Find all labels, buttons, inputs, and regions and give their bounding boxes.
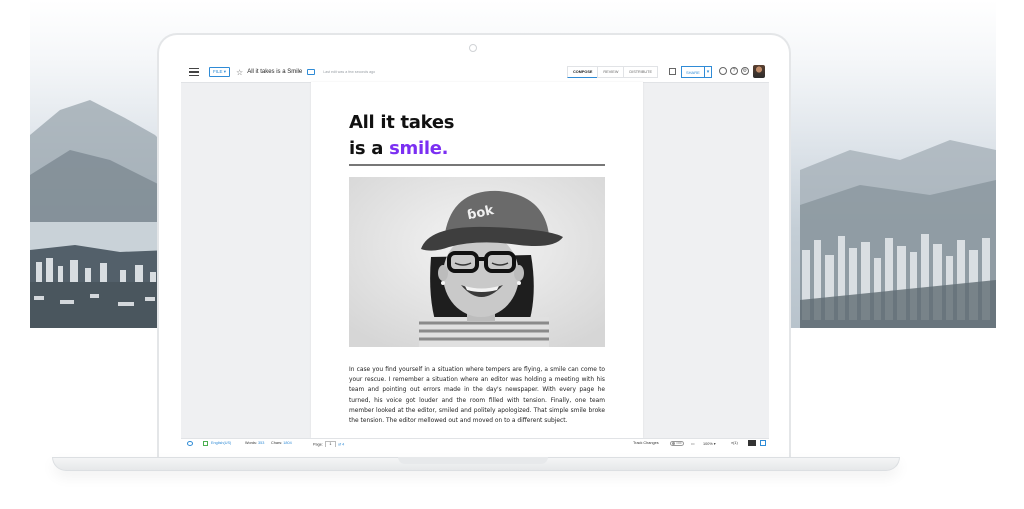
document-title[interactable]: All it takes is a Smile [247,69,302,75]
share-button[interactable]: SHARE [681,66,705,78]
track-changes-toggle[interactable]: OFF [670,440,684,446]
editor-toolbar: FILE ▾ ☆ All it takes is a Smile Last ed… [181,62,769,83]
words-label: Words: [245,441,257,445]
page-total: of 4 [337,442,345,447]
word-count: Words: 353 [245,441,264,445]
words-value: 353 [258,441,265,445]
spellcheck-icon[interactable] [203,440,208,446]
headline-accent-word: smile. [389,138,449,159]
chars-value: 1804 [283,441,292,445]
zoom-value: 100% [703,442,713,446]
search-user-icon[interactable] [719,67,727,75]
star-icon[interactable]: ☆ [236,68,243,77]
page-indicator: Page: 1 of 4 [313,441,344,447]
status-bar: English(US) Words: 353 Chars: 1804 Page:… [181,438,769,447]
comments-count: (1) [733,441,738,445]
file-menu-button[interactable]: FILE ▾ [209,67,231,77]
chat-icon[interactable] [187,440,193,446]
headline-line-1: All it takes [349,112,455,133]
print-view-icon[interactable] [748,440,756,446]
webcam-icon [469,44,477,52]
document-photo[interactable]: ɓok [349,177,605,347]
chars-label: Chars: [271,441,283,445]
gear-icon[interactable]: ⚙ [741,67,749,75]
sidebar-icon[interactable] [669,68,676,75]
avatar[interactable] [753,65,765,78]
tab-review[interactable]: REVIEW [597,66,624,78]
document-body-text[interactable]: In case you find yourself in a situation… [349,365,605,426]
editor-screen: FILE ▾ ☆ All it takes is a Smile Last ed… [181,62,769,447]
share-dropdown-chevron-icon[interactable]: ▾ [704,66,712,78]
zoom-selector[interactable]: 100% ▾ [703,441,716,446]
document-headline: All it takes is a smile. [349,110,454,162]
last-edit-status: Last edit was a few seconds ago [323,70,376,74]
laptop-lid: FILE ▾ ☆ All it takes is a Smile Last ed… [157,33,791,457]
headline-line-2: is a smile. [349,136,454,162]
folder-icon[interactable] [307,69,316,75]
track-changes-label: Track Changes [633,441,659,445]
mode-tabs: COMPOSE REVIEW DISTRIBUTE [567,66,658,78]
page-label: Page: [313,442,323,447]
document-page[interactable]: All it takes is a smile. ɓok In case you… [311,82,643,438]
headline-divider [349,164,605,166]
comments-indicator[interactable]: ⌕(1) [731,441,738,445]
tab-distribute[interactable]: DISTRIBUTE [623,66,658,78]
laptop-notch [398,457,548,464]
layout-icon[interactable]: ▭ [691,441,695,446]
expand-icon[interactable] [760,440,766,446]
language-selector[interactable]: English(US) [211,441,231,445]
char-count: Chars: 1804 [271,441,292,445]
headline-prefix: is a [349,138,390,159]
menu-icon[interactable] [189,68,199,76]
tab-compose[interactable]: COMPOSE [567,66,598,78]
help-icon[interactable]: ? [730,67,738,75]
page-number-input[interactable]: 1 [324,441,336,447]
